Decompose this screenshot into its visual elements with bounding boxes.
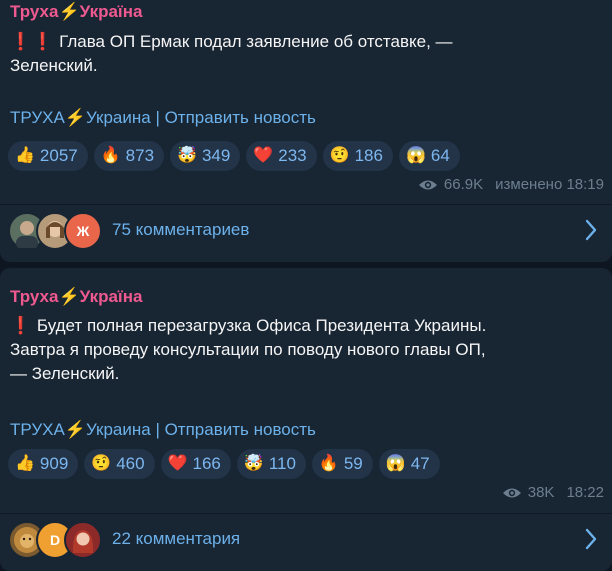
reaction-fire[interactable]: 🔥 873 [93, 141, 165, 171]
thumbs-up-icon: 👍 [15, 147, 35, 164]
channel-signature[interactable]: ТРУХА⚡Украина | Отправить новость [10, 108, 316, 128]
edited-time: изменено 18:19 [495, 176, 604, 193]
reaction-count: 233 [278, 146, 307, 165]
eye-icon [502, 488, 521, 497]
lightning-icon: ⚡ [58, 287, 80, 306]
avatar-letter: Ж [76, 223, 90, 239]
scream-icon: 😱 [385, 455, 406, 472]
reaction-heart[interactable]: ❤️ 166 [160, 449, 231, 479]
reaction-count: 166 [192, 454, 221, 473]
sender-country-text: Україна [79, 287, 143, 306]
reaction-fire[interactable]: 🔥 59 [311, 449, 373, 479]
message-bubble[interactable]: Труха⚡Україна ❗ Будет полная перезагрузк… [0, 268, 612, 571]
message-line: Глава ОП Ермак подал заявление об отстав… [59, 32, 453, 51]
fire-icon: 🔥 [100, 147, 121, 164]
message-line: Зеленский. [10, 56, 98, 75]
comments-count[interactable]: 22 комментария [112, 529, 240, 549]
reaction-thumbs-up[interactable]: 👍 909 [8, 449, 79, 479]
lightning-icon: ⚡ [58, 2, 80, 21]
message-time: 18:22 [566, 484, 604, 501]
raised-eyebrow-icon: 🤨 [91, 455, 112, 472]
fire-icon: 🔥 [318, 455, 339, 472]
reaction-raised-eyebrow[interactable]: 🤨 460 [84, 449, 155, 479]
message-text: ❗ Будет полная перезагрузка Офиса Презид… [10, 314, 602, 386]
signature-name[interactable]: ТРУХА [10, 420, 65, 439]
channel-signature[interactable]: ТРУХА⚡Украина | Отправить новость [10, 420, 316, 440]
commenter-avatars: Ж [8, 212, 104, 250]
message-line: Завтра я проведу консультации по поводу … [10, 340, 486, 359]
reaction-count: 47 [410, 454, 430, 473]
signature-name[interactable]: ТРУХА [10, 108, 65, 127]
lightning-icon: ⚡ [64, 420, 86, 439]
reaction-raised-eyebrow[interactable]: 🤨 186 [322, 141, 393, 171]
avatar: Ж [64, 212, 102, 250]
reaction-count: 59 [343, 454, 363, 473]
reaction-scream[interactable]: 😱 64 [398, 141, 460, 171]
thumbs-up-icon: 👍 [15, 455, 35, 472]
sender-country-text: Україна [79, 2, 143, 21]
signature-link[interactable]: Украина | Отправить новость [86, 420, 316, 439]
channel-feed: Труха⚡Україна ❗❗ Глава ОП Ермак подал за… [0, 0, 612, 571]
reaction-heart[interactable]: ❤️ 233 [246, 141, 317, 171]
message-text: ❗❗ Глава ОП Ермак подал заявление об отс… [10, 30, 602, 78]
reaction-count: 110 [268, 454, 296, 473]
reaction-mind-blown[interactable]: 🤯 349 [170, 141, 241, 171]
sender-name-text: Труха [10, 287, 59, 306]
views-count: 66.9K [443, 176, 484, 193]
message-line: Будет полная перезагрузка Офиса Президен… [36, 316, 487, 335]
signature-link[interactable]: Украина | Отправить новость [86, 108, 316, 127]
scream-icon: 😱 [405, 147, 426, 164]
reaction-count: 909 [39, 454, 69, 473]
reaction-count: 2057 [39, 146, 78, 165]
reactions-bar: 👍 909 🤨 460 ❤️ 166 🤯 110 🔥 59 😱 47 [8, 449, 440, 479]
avatar [64, 521, 102, 559]
reaction-count: 64 [430, 146, 450, 165]
views-count: 38K [527, 484, 555, 501]
message-bubble[interactable]: Труха⚡Україна ❗❗ Глава ОП Ермак подал за… [0, 0, 612, 262]
comments-button[interactable]: Ж 75 комментариев [0, 205, 612, 255]
comments-count[interactable]: 75 комментариев [112, 220, 249, 240]
raised-eyebrow-icon: 🤨 [329, 147, 350, 164]
message-meta: 38K 18:22 [502, 484, 604, 501]
message-meta: 66.9K изменено 18:19 [418, 176, 604, 193]
avatar-letter: D [49, 532, 61, 548]
reaction-mind-blown[interactable]: 🤯 110 [236, 449, 306, 479]
reactions-bar: 👍 2057 🔥 873 🤯 349 ❤️ 233 🤨 186 😱 64 [8, 141, 460, 171]
eye-icon [418, 180, 437, 189]
sender-name[interactable]: Труха⚡Україна [10, 287, 142, 307]
chevron-right-icon[interactable] [584, 527, 598, 551]
reaction-thumbs-up[interactable]: 👍 2057 [8, 141, 88, 171]
reaction-count: 349 [201, 146, 231, 165]
reaction-count: 873 [125, 146, 155, 165]
heart-icon: ❤️ [167, 455, 188, 472]
exclamation-icon: ❗ [10, 316, 32, 335]
exclamation-icon: ❗ [32, 32, 54, 51]
mind-blown-icon: 🤯 [243, 455, 264, 472]
chevron-right-icon[interactable] [584, 218, 598, 242]
lightning-icon: ⚡ [64, 108, 86, 127]
commenter-avatars: D [8, 521, 104, 559]
reaction-count: 460 [116, 454, 145, 473]
heart-icon: ❤️ [253, 147, 274, 164]
sender-name-text: Труха [10, 2, 59, 21]
mind-blown-icon: 🤯 [177, 147, 197, 164]
comments-button[interactable]: D 22 комментария [0, 514, 612, 564]
message-line: — Зеленский. [10, 364, 120, 383]
reaction-scream[interactable]: 😱 47 [378, 449, 440, 479]
sender-name[interactable]: Труха⚡Україна [10, 2, 142, 22]
exclamation-icon: ❗ [10, 32, 32, 51]
reaction-count: 186 [354, 146, 383, 165]
